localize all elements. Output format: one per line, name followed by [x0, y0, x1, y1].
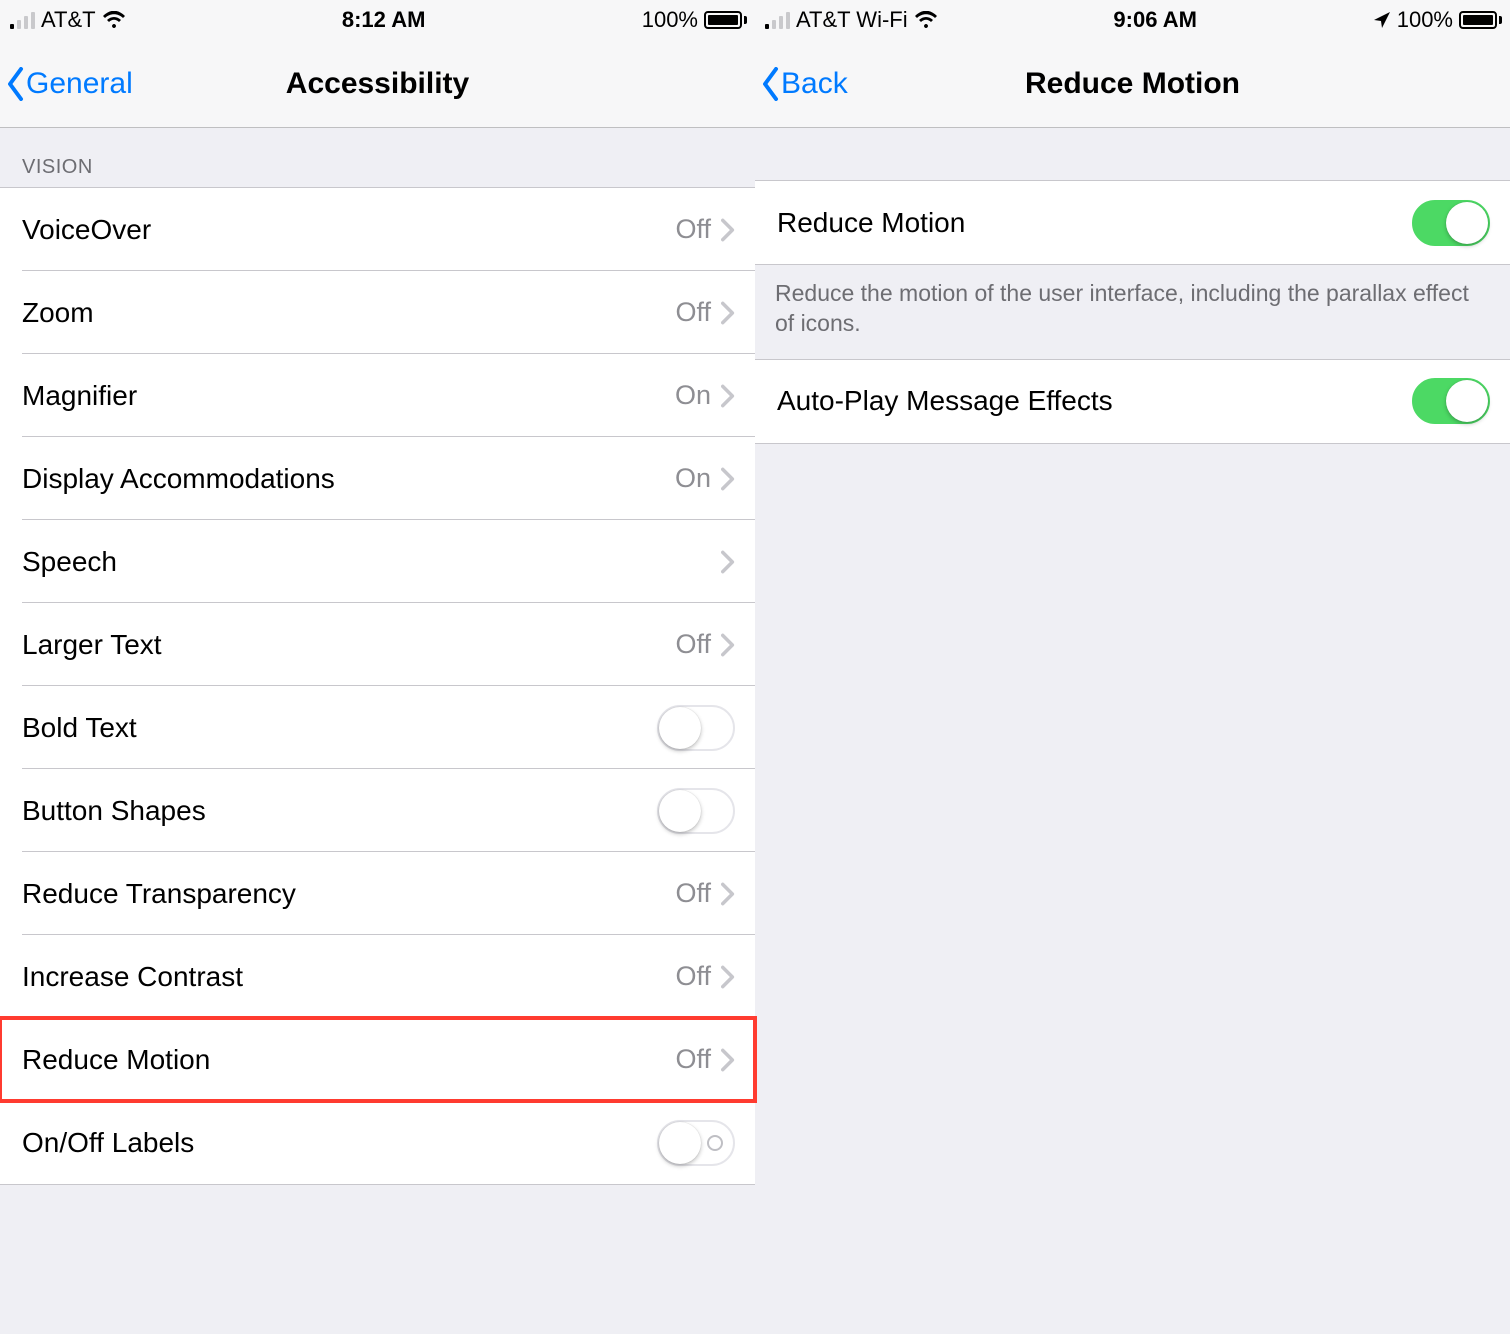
autoplay-effects-list: Auto-Play Message Effects — [755, 359, 1510, 444]
settings-row-increase-contrast[interactable]: Increase ContrastOff — [0, 935, 755, 1018]
settings-row-speech[interactable]: Speech — [0, 520, 755, 603]
toggle-switch[interactable] — [657, 788, 735, 834]
row-value: Off — [675, 878, 711, 909]
battery-percentage: 100% — [1397, 7, 1453, 33]
row-value: Off — [675, 214, 711, 245]
chevron-left-icon — [761, 67, 781, 101]
wifi-icon — [102, 11, 126, 29]
battery-percentage: 100% — [642, 7, 698, 33]
settings-row-larger-text[interactable]: Larger TextOff — [0, 603, 755, 686]
reduce-motion-list: Reduce Motion — [755, 180, 1510, 265]
row-label: Bold Text — [22, 712, 657, 744]
chevron-right-icon — [721, 1048, 735, 1072]
row-label: Magnifier — [22, 380, 675, 412]
page-title: Accessibility — [286, 67, 469, 101]
chevron-right-icon — [721, 882, 735, 906]
settings-row-magnifier[interactable]: MagnifierOn — [0, 354, 755, 437]
row-label: On/Off Labels — [22, 1127, 657, 1159]
chevron-right-icon — [721, 965, 735, 989]
row-value: Off — [675, 297, 711, 328]
status-time: 9:06 AM — [938, 7, 1373, 33]
settings-row-on-off-labels[interactable]: On/Off Labels — [0, 1101, 755, 1184]
nav-bar: Back Reduce Motion — [755, 40, 1510, 128]
row-label: Larger Text — [22, 629, 675, 661]
settings-row-reduce-motion[interactable]: Reduce Motion — [755, 181, 1510, 264]
chevron-right-icon — [721, 301, 735, 325]
status-bar: AT&T Wi-Fi 9:06 AM 100% — [755, 0, 1510, 40]
row-value: On — [675, 463, 711, 494]
back-label: General — [26, 67, 133, 101]
row-label: Reduce Motion — [22, 1044, 675, 1076]
chevron-right-icon — [721, 218, 735, 242]
toggle-switch[interactable] — [657, 1120, 735, 1166]
vision-settings-list: VoiceOverOffZoomOffMagnifierOnDisplay Ac… — [0, 187, 755, 1185]
reduce-motion-settings-screen: AT&T Wi-Fi 9:06 AM 100% Back Reduce Moti… — [755, 0, 1510, 1334]
chevron-left-icon — [6, 67, 26, 101]
row-label: Speech — [22, 546, 721, 578]
back-button[interactable]: Back — [761, 67, 848, 101]
carrier-label: AT&T Wi-Fi — [796, 7, 908, 33]
row-value: Off — [675, 629, 711, 660]
settings-row-display-accommodations[interactable]: Display AccommodationsOn — [0, 437, 755, 520]
settings-row-zoom[interactable]: ZoomOff — [0, 271, 755, 354]
row-value: Off — [675, 961, 711, 992]
carrier-label: AT&T — [41, 7, 96, 33]
row-label: VoiceOver — [22, 214, 675, 246]
status-bar: AT&T 8:12 AM 100% — [0, 0, 755, 40]
reduce-motion-description: Reduce the motion of the user interface,… — [755, 265, 1510, 359]
location-icon — [1373, 11, 1391, 29]
settings-row-voiceover[interactable]: VoiceOverOff — [0, 188, 755, 271]
settings-row-reduce-motion[interactable]: Reduce MotionOff — [0, 1018, 755, 1101]
settings-row-reduce-transparency[interactable]: Reduce TransparencyOff — [0, 852, 755, 935]
row-label: Button Shapes — [22, 795, 657, 827]
toggle-switch[interactable] — [1412, 200, 1490, 246]
toggle-switch[interactable] — [1412, 378, 1490, 424]
nav-bar: General Accessibility — [0, 40, 755, 128]
settings-row-bold-text[interactable]: Bold Text — [0, 686, 755, 769]
row-label: Display Accommodations — [22, 463, 675, 495]
settings-row-auto-play-message-effects[interactable]: Auto-Play Message Effects — [755, 360, 1510, 443]
battery-icon — [1459, 11, 1502, 29]
row-label: Reduce Transparency — [22, 878, 675, 910]
accessibility-settings-screen: AT&T 8:12 AM 100% General Accessibility … — [0, 0, 755, 1334]
row-label: Zoom — [22, 297, 675, 329]
back-label: Back — [781, 67, 848, 101]
toggle-switch[interactable] — [657, 705, 735, 751]
status-time: 8:12 AM — [126, 7, 642, 33]
chevron-right-icon — [721, 384, 735, 408]
wifi-icon — [914, 11, 938, 29]
cellular-signal-icon — [765, 11, 790, 29]
row-value: On — [675, 380, 711, 411]
settings-row-button-shapes[interactable]: Button Shapes — [0, 769, 755, 852]
chevron-right-icon — [721, 550, 735, 574]
chevron-right-icon — [721, 633, 735, 657]
page-title: Reduce Motion — [1025, 67, 1240, 101]
section-header-vision: VISION — [0, 128, 755, 187]
back-button[interactable]: General — [6, 67, 133, 101]
row-label: Auto-Play Message Effects — [777, 385, 1412, 417]
row-label: Reduce Motion — [777, 207, 1412, 239]
row-label: Increase Contrast — [22, 961, 675, 993]
battery-icon — [704, 11, 747, 29]
row-value: Off — [675, 1044, 711, 1075]
chevron-right-icon — [721, 467, 735, 491]
cellular-signal-icon — [10, 11, 35, 29]
